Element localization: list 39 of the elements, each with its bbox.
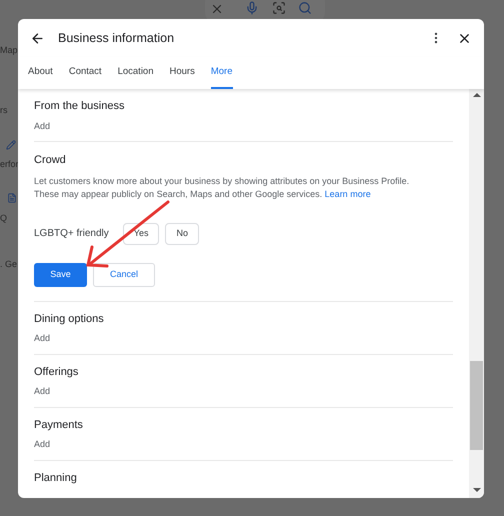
- search-icon[interactable]: [298, 1, 312, 15]
- add-link[interactable]: Add: [34, 438, 453, 452]
- background-text: . Ge: [0, 258, 18, 271]
- scroll-down-icon[interactable]: [472, 488, 480, 492]
- background-text: rs: [0, 104, 8, 117]
- tab[interactable]: Hours: [170, 57, 195, 89]
- save-button[interactable]: Save: [34, 262, 87, 286]
- background-text: erfor: [0, 158, 19, 171]
- section-title: Dining options: [34, 312, 105, 326]
- background-text: Q: [0, 212, 8, 225]
- attribute-label: LGBTQ+ friendly: [34, 227, 109, 241]
- pencil-icon: [6, 140, 16, 150]
- cancel-button[interactable]: Cancel: [93, 262, 155, 286]
- dialog-title: Business information: [58, 30, 174, 47]
- tab[interactable]: More: [210, 57, 232, 89]
- add-link[interactable]: Add: [34, 120, 453, 133]
- section-title: Offerings: [34, 364, 80, 380]
- option-chip[interactable]: Yes: [122, 222, 160, 244]
- scrollbar-thumb[interactable]: [470, 361, 483, 450]
- section-description: Let customers know more about your business by showing attributes on your Business Profile. These may appear publicly on Search, Maps and other Google services. Learn more: [34, 174, 410, 200]
- back-icon[interactable]: [30, 30, 45, 46]
- microphone-icon[interactable]: [245, 1, 259, 15]
- camera-search-icon[interactable]: [272, 1, 286, 15]
- scrollbar[interactable]: [469, 89, 484, 498]
- learn-more-link[interactable]: Learn more: [324, 188, 371, 198]
- add-link[interactable]: Add: [34, 332, 453, 346]
- tab[interactable]: Contact: [68, 57, 102, 89]
- add-link[interactable]: Add: [34, 385, 453, 398]
- option-chip[interactable]: No: [165, 222, 199, 244]
- scroll-up-icon[interactable]: [472, 93, 480, 97]
- clear-icon[interactable]: [210, 2, 224, 16]
- background-text: Map: [0, 44, 18, 57]
- tab[interactable]: Location: [118, 57, 154, 89]
- section-title: Planning: [34, 470, 78, 486]
- document-icon: [7, 192, 17, 204]
- tab[interactable]: About: [28, 57, 53, 89]
- section-title: From the business: [34, 99, 126, 114]
- section-title: Payments: [34, 418, 84, 432]
- section-title: Crowd: [34, 153, 67, 168]
